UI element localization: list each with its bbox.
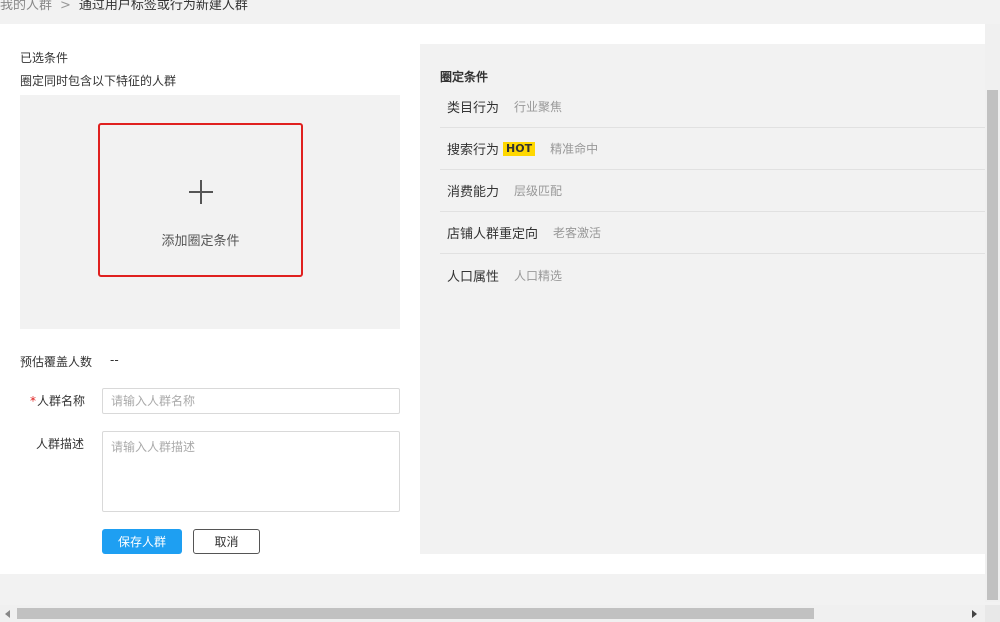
breadcrumb-current: 通过用户标签或行为新建人群: [78, 0, 248, 13]
condition-name: 类目行为: [447, 101, 500, 116]
condition-spending-power[interactable]: 消费能力 层级匹配: [440, 170, 985, 212]
horizontal-scrollbar-thumb[interactable]: [17, 608, 814, 619]
required-mark: *: [30, 394, 36, 408]
selected-conditions-title: 已选条件: [20, 51, 69, 65]
condition-name: 人口属性: [447, 269, 500, 285]
plus-icon: [188, 180, 213, 204]
conditions-title: 圈定条件: [440, 70, 489, 84]
breadcrumb-parent-link[interactable]: 我的人群: [0, 0, 52, 13]
group-desc-textarea[interactable]: [102, 431, 400, 512]
breadcrumb-separator: >: [60, 0, 71, 13]
conditions-panel: 圈定条件 类目行为 行业聚焦 搜索行为 HOT 精准命中 消费能力 层级匹配 店…: [420, 44, 985, 554]
scrollbar-corner: [985, 605, 1000, 622]
estimate-value: --: [110, 353, 119, 367]
vertical-scrollbar[interactable]: [985, 24, 1000, 602]
group-desc-label: 人群描述: [36, 437, 85, 451]
breadcrumb: 我的人群 > 通过用户标签或行为新建人群: [0, 0, 248, 14]
conditions-list: 类目行为 行业聚焦 搜索行为 HOT 精准命中 消费能力 层级匹配 店铺人群重定…: [440, 86, 985, 296]
condition-category-behavior[interactable]: 类目行为 行业聚焦: [440, 86, 985, 128]
condition-store-retargeting[interactable]: 店铺人群重定向 老客激活: [440, 212, 985, 254]
condition-name: 消费能力: [447, 185, 500, 200]
add-condition-button[interactable]: 添加圈定条件: [98, 123, 303, 277]
horizontal-scrollbar[interactable]: [0, 605, 985, 622]
save-group-button[interactable]: 保存人群: [102, 529, 182, 554]
selected-conditions-subtitle: 圈定同时包含以下特征的人群: [20, 74, 177, 88]
condition-name: 店铺人群重定向: [447, 227, 539, 242]
group-name-label-text: 人群名称: [37, 394, 86, 408]
condition-demographics[interactable]: 人口属性 人口精选: [440, 254, 985, 296]
condition-desc: 人口精选: [514, 268, 563, 283]
scroll-right-icon[interactable]: [972, 610, 977, 618]
group-name-label: *人群名称: [30, 392, 85, 409]
condition-name: 搜索行为: [447, 143, 500, 158]
condition-desc: 层级匹配: [514, 184, 563, 198]
condition-desc: 老客激活: [553, 226, 602, 240]
main-content: 已选条件 圈定同时包含以下特征的人群 添加圈定条件 预估覆盖人数 -- *人群名…: [0, 24, 985, 574]
condition-desc: 行业聚焦: [514, 100, 563, 114]
condition-desc: 精准命中: [550, 142, 599, 156]
scroll-left-icon[interactable]: [5, 610, 10, 618]
add-condition-label: 添加圈定条件: [161, 234, 240, 249]
vertical-scrollbar-thumb[interactable]: [987, 90, 998, 600]
group-name-input[interactable]: [102, 388, 400, 414]
estimate-label: 预估覆盖人数: [20, 355, 93, 369]
condition-search-behavior[interactable]: 搜索行为 HOT 精准命中: [440, 128, 985, 170]
selected-conditions-panel: 已选条件 圈定同时包含以下特征的人群 添加圈定条件 预估覆盖人数 -- *人群名…: [0, 24, 420, 574]
hot-badge: HOT: [503, 141, 536, 156]
cancel-button[interactable]: 取消: [193, 529, 260, 554]
